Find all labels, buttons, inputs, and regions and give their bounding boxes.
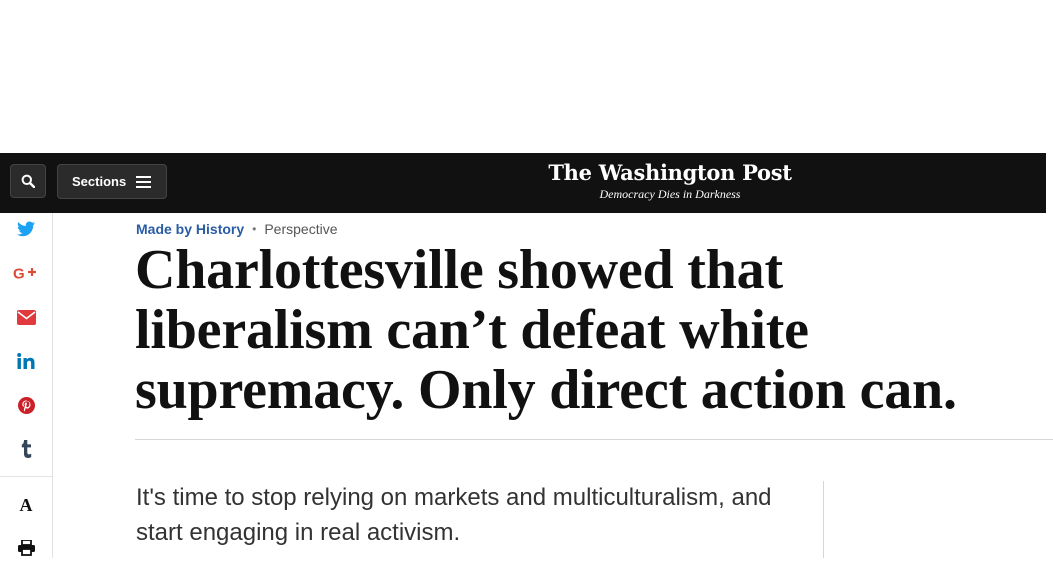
linkedin-icon [17,353,35,369]
sections-label: Sections [72,174,127,189]
article-kicker: Made by History • Perspective [136,221,338,237]
twitter-icon [17,221,35,237]
perspective-label: Perspective [264,221,338,237]
hamburger-icon [136,173,152,191]
ad-space [0,0,1053,153]
search-button[interactable] [10,164,46,198]
separator-dot: • [252,222,257,236]
tumblr-icon [21,440,31,458]
svg-text:G: G [13,266,25,280]
pinterest-icon [17,396,35,414]
article-dek: It's time to stop relying on markets and… [136,484,772,546]
twitter-share-button[interactable] [0,214,52,244]
linkedin-share-button[interactable] [0,346,52,376]
section-link[interactable]: Made by History [136,221,244,237]
share-rail: G A [0,213,53,558]
print-icon [17,540,35,556]
google-plus-icon: G [13,266,36,280]
search-icon [21,174,35,188]
logo-text: The Washington Post [548,160,792,185]
headline-divider [135,439,1053,440]
email-share-button[interactable] [0,302,52,332]
tagline: Democracy Dies in Darkness [599,187,741,201]
text-size-icon: A [19,494,33,515]
sections-menu-button[interactable]: Sections [57,164,167,199]
print-button[interactable] [0,533,52,563]
article-headline: Charlottesville showed that liberalism c… [135,239,957,421]
google-plus-share-button[interactable]: G [0,258,52,288]
text-size-button[interactable]: A [0,490,52,520]
rail-divider [0,476,53,477]
email-icon [16,309,36,325]
column-divider [823,481,824,558]
tumblr-share-button[interactable] [0,434,52,464]
masthead-logo[interactable]: The Washington Post Democracy Dies in Da… [540,160,800,202]
pinterest-share-button[interactable] [0,390,52,420]
